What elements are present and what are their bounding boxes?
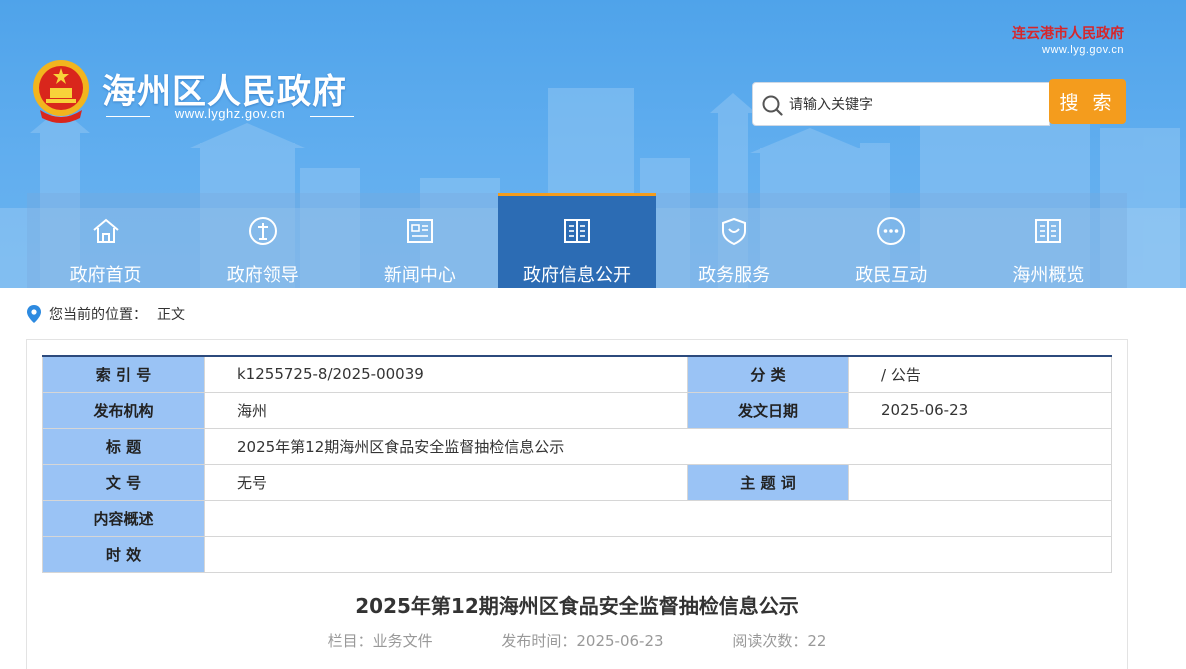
keyword-value: [848, 463, 1112, 501]
publisher-value: 海州: [204, 391, 688, 429]
title-label: 标 题: [42, 427, 205, 465]
nav-label: 政府信息公开: [522, 265, 631, 286]
location-pin-icon: [27, 305, 41, 323]
category-label: 分 类: [687, 356, 849, 393]
validity-label: 时 效: [42, 535, 205, 573]
divider: [310, 116, 354, 117]
nav-item-leaders[interactable]: 政府领导: [184, 193, 341, 288]
article-column: 栏目：业务文件: [327, 632, 433, 650]
article-content: 索 引 号 k1255725-8/2025-00039 分 类 / 公告 发布机…: [26, 339, 1128, 669]
nav-label: 政民互动: [855, 265, 928, 286]
article-title: 2025年第12期海州区食品安全监督抽检信息公示: [355, 594, 799, 618]
city-url: www.lyg.gov.cn: [1042, 44, 1124, 56]
nav-item-gov-info[interactable]: 政府信息公开: [498, 193, 656, 288]
nav-label: 政府首页: [69, 265, 142, 286]
city-government-logo[interactable]: 连云港市人民政府 www.lyg.gov.cn: [1012, 25, 1124, 57]
search-box: [752, 82, 1050, 126]
nav-item-news[interactable]: 新闻中心: [341, 193, 498, 288]
site-url: www.lyghz.gov.cn: [106, 106, 354, 124]
issue-date-value: 2025-06-23: [848, 391, 1112, 429]
search-icon: [762, 95, 783, 116]
document-number-label: 文 号: [42, 463, 205, 501]
category-value: / 公告: [848, 356, 1112, 393]
article-views: 阅读次数：22: [732, 632, 827, 650]
search-button[interactable]: 搜 索: [1049, 79, 1126, 124]
title-value: 2025年第12期海州区食品安全监督抽检信息公示: [204, 427, 1112, 465]
breadcrumb-current[interactable]: 正文: [157, 304, 185, 324]
site-header: 海州区人民政府 www.lyghz.gov.cn 连云港市人民政府 www.ly…: [0, 0, 1186, 288]
search-input[interactable]: [789, 94, 1039, 116]
table-row: 文 号 无号 主 题 词: [42, 463, 1112, 501]
nav-item-services[interactable]: 政务服务: [656, 193, 813, 288]
nav-item-interaction[interactable]: 政民互动: [813, 193, 970, 288]
article-info: 栏目：业务文件 发布时间：2025-06-23 阅读次数：22: [27, 630, 1127, 651]
chat-icon: [877, 217, 906, 245]
nav-item-overview[interactable]: 海州概览: [970, 193, 1127, 288]
national-emblem-icon: [33, 60, 89, 123]
issue-date-label: 发文日期: [687, 391, 849, 429]
main-nav: 政府首页 政府领导 新闻中心 政府信息公开 政务服务 政民互动 海州概览: [27, 193, 1127, 288]
news-icon: [406, 219, 433, 243]
shield-icon: [722, 217, 747, 246]
keyword-label: 主 题 词: [687, 463, 849, 501]
leader-icon: [248, 217, 277, 245]
city-name: 连云港市人民政府: [1012, 26, 1124, 42]
home-icon: [92, 218, 119, 243]
book-icon: [563, 219, 590, 243]
validity-value: [204, 535, 1112, 573]
index-number-label: 索 引 号: [42, 356, 205, 393]
table-row: 内容概述: [42, 499, 1112, 537]
publisher-label: 发布机构: [42, 391, 205, 429]
site-url-text: www.lyghz.gov.cn: [174, 106, 286, 121]
breadcrumb-prefix: 您当前的位置：: [49, 307, 147, 323]
breadcrumb: 您当前的位置： 正文: [27, 303, 185, 325]
nav-item-home[interactable]: 政府首页: [27, 193, 184, 288]
document-metadata-table: 索 引 号 k1255725-8/2025-00039 分 类 / 公告 发布机…: [42, 355, 1112, 573]
table-row: 时 效: [42, 535, 1112, 573]
document-number-value: 无号: [204, 463, 688, 501]
nav-label: 新闻中心: [383, 265, 456, 286]
nav-label: 海州概览: [1012, 265, 1085, 286]
nav-label: 政务服务: [698, 265, 771, 286]
nav-label: 政府领导: [226, 265, 299, 286]
index-number-value: k1255725-8/2025-00039: [204, 356, 688, 393]
table-row: 标 题 2025年第12期海州区食品安全监督抽检信息公示: [42, 427, 1112, 465]
article-publish-time: 发布时间：2025-06-23: [501, 632, 664, 650]
table-row: 发布机构 海州 发文日期 2025-06-23: [42, 391, 1112, 429]
summary-label: 内容概述: [42, 499, 205, 537]
overview-icon: [1035, 219, 1062, 243]
table-row: 索 引 号 k1255725-8/2025-00039 分 类 / 公告: [42, 356, 1112, 393]
summary-value: [204, 499, 1112, 537]
